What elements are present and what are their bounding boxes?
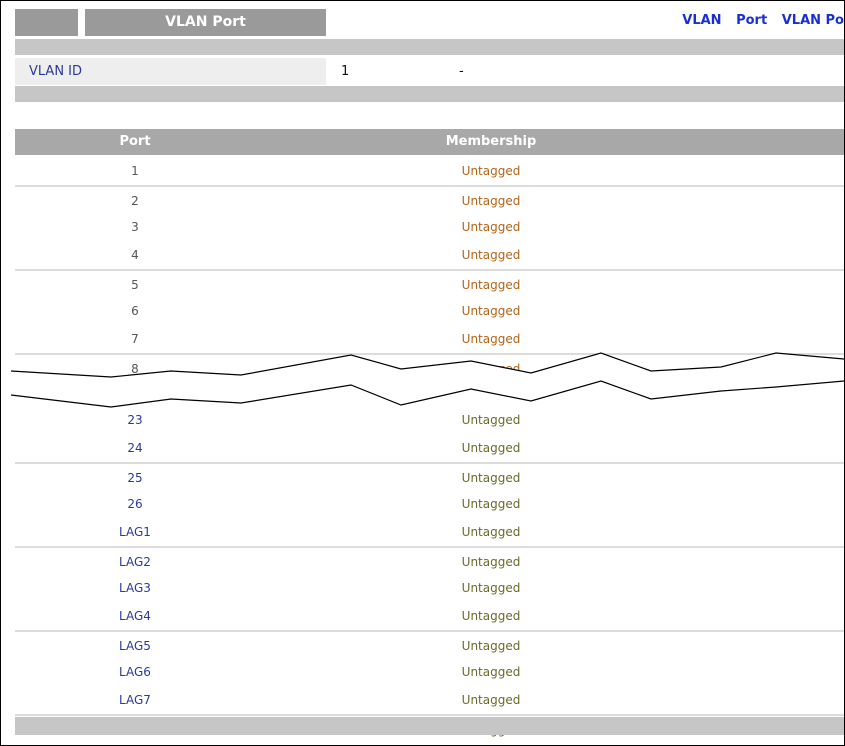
membership-cell[interactable]: Untagged: [331, 632, 651, 660]
port-cell: 1: [131, 164, 139, 178]
table-row: 1 Untagged: [15, 157, 844, 185]
table-row: LAG3 Untagged: [15, 574, 844, 602]
table-body-bottom: 23 Untagged 24 Untagged 25 Untagged 26 U…: [15, 406, 844, 742]
port-cell: 24: [127, 441, 143, 455]
table-row: 3 Untagged: [15, 213, 844, 241]
table-row: 6 Untagged: [15, 297, 844, 325]
table-row: LAG5 Untagged: [15, 630, 844, 658]
membership-cell[interactable]: Untagged: [331, 157, 651, 185]
port-cell: LAG3: [119, 581, 151, 595]
port-cell: LAG4: [119, 609, 151, 623]
port-cell: LAG5: [119, 639, 151, 653]
membership-cell[interactable]: Untagged: [331, 518, 651, 546]
page-title: VLAN Port: [85, 9, 326, 36]
port-cell: 4: [131, 248, 139, 262]
membership-cell[interactable]: Untagged: [331, 490, 651, 518]
table-row: 25 Untagged: [15, 462, 844, 490]
port-cell: 25: [127, 471, 143, 485]
membership-cell[interactable]: Untagged: [331, 464, 651, 492]
port-link[interactable]: Port: [736, 13, 767, 28]
vlan-id-dash: -: [459, 64, 464, 79]
table-row: 2 Untagged: [15, 185, 844, 213]
table-header: Port Membership: [15, 129, 844, 155]
table-row: LAG1 Untagged: [15, 518, 844, 546]
vlan-link[interactable]: VLAN: [682, 13, 721, 28]
port-cell: 5: [131, 278, 139, 292]
port-cell: LAG2: [119, 555, 151, 569]
port-cell: 3: [131, 220, 139, 234]
membership-cell[interactable]: Untagged: [331, 187, 651, 215]
port-cell: LAG6: [119, 665, 151, 679]
table-row: 26 Untagged: [15, 490, 844, 518]
membership-cell[interactable]: Untagged: [331, 434, 651, 462]
port-cell: 6: [131, 304, 139, 318]
membership-cell[interactable]: Untagged: [331, 271, 651, 299]
membership-cell[interactable]: Untagged: [331, 241, 651, 269]
table-row: 23 Untagged: [15, 406, 844, 434]
vlan-id-row: VLAN ID 1 -: [15, 58, 844, 85]
port-cell: 26: [127, 497, 143, 511]
membership-cell[interactable]: Untagged: [331, 658, 651, 686]
membership-cell[interactable]: Untagged: [331, 602, 651, 630]
membership-cell[interactable]: Untagged: [331, 213, 651, 241]
vlan-port-link[interactable]: VLAN Po: [782, 13, 844, 28]
divider-band-2: [15, 86, 844, 102]
vlan-port-window: VLAN Port VLAN Port VLAN Po VLAN ID 1 - …: [0, 0, 845, 746]
vlan-id-label: VLAN ID: [15, 58, 326, 85]
table-body-top: 1 Untagged 2 Untagged 3 Untagged 4 Untag…: [15, 157, 844, 381]
table-row: LAG7 Untagged: [15, 686, 844, 714]
membership-cell[interactable]: Untagged: [331, 686, 651, 714]
table-row: LAG4 Untagged: [15, 602, 844, 630]
port-cell: LAG7: [119, 693, 151, 707]
port-cell: LAG1: [119, 525, 151, 539]
table-row: 24 Untagged: [15, 434, 844, 462]
table-row: 7 Untagged: [15, 325, 844, 353]
vlan-id-value: 1 -: [339, 58, 844, 85]
table-row: 4 Untagged: [15, 241, 844, 269]
port-cell: 2: [131, 194, 139, 208]
column-header-port: Port: [119, 134, 151, 149]
membership-cell[interactable]: Untagged: [331, 325, 651, 353]
membership-cell[interactable]: Untagged: [331, 406, 651, 434]
port-cell: 7: [131, 332, 139, 346]
table-row: LAG2 Untagged: [15, 546, 844, 574]
vlan-id-start: 1: [341, 64, 350, 79]
port-cell: 23: [127, 413, 143, 427]
title-bar-stub: [15, 9, 78, 36]
membership-cell[interactable]: Untagged: [331, 297, 651, 325]
membership-cell[interactable]: Untagged: [331, 548, 651, 576]
membership-cell[interactable]: Untagged: [331, 574, 651, 602]
table-break-marker: [10, 352, 844, 408]
column-header-membership: Membership: [445, 134, 537, 149]
title-bar: VLAN Port VLAN Port VLAN Po: [1, 1, 844, 36]
top-nav-links: VLAN Port VLAN Po: [672, 13, 844, 28]
divider-band-1: [15, 39, 844, 55]
table-row: 5 Untagged: [15, 269, 844, 297]
footer-band: [15, 717, 844, 735]
table-row: LAG6 Untagged: [15, 658, 844, 686]
